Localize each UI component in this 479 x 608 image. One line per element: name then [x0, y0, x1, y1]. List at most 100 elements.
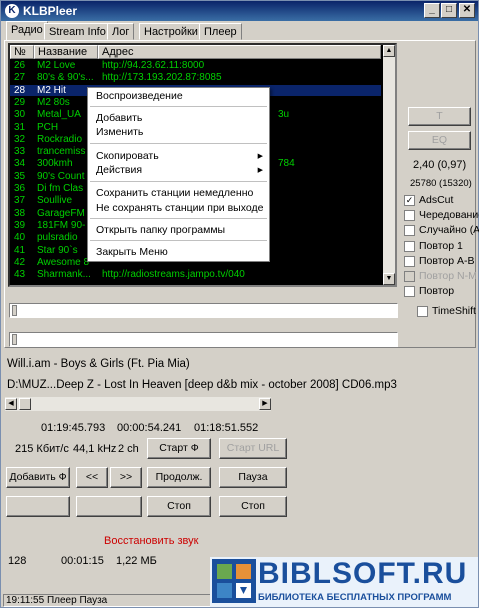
watermark-subtitle: БИБЛИОТЕКА БЕСПЛАТНЫХ ПРОГРАММ [258, 592, 452, 603]
volume-slider[interactable] [9, 303, 398, 318]
tab-log[interactable]: Лог [107, 23, 135, 40]
tab-player[interactable]: Плеер [199, 23, 242, 40]
seek-thumb[interactable] [19, 398, 31, 410]
tab-radio[interactable]: Радио [6, 21, 48, 41]
menu-play[interactable]: Воспроизведение [96, 90, 183, 103]
submenu-arrow-icon: ▶ [257, 167, 263, 174]
menu-separator [90, 218, 267, 219]
table-row[interactable]: 27 80's & 90's... http://173.193.202.87:80… [10, 72, 381, 83]
list-header: № Название Адрес [10, 45, 381, 59]
checkbox-box[interactable] [404, 225, 415, 237]
slider-thumb[interactable] [12, 305, 17, 316]
row-number: 27 [14, 72, 26, 84]
file-path: D:\MUZ...Deep Z - Lost In Heaven [deep d… [7, 379, 397, 391]
menu-actions[interactable]: Действия [96, 164, 142, 177]
add-file-button[interactable]: Добавить Ф [6, 467, 70, 488]
eq-button[interactable]: EQ [408, 131, 471, 150]
checkbox-box[interactable] [404, 255, 415, 267]
timeshift-label: TimeShift [432, 305, 476, 317]
checkbox-label: AdsCut [419, 194, 454, 206]
time-position: 00:00:54.241 [117, 422, 182, 434]
tab-stream-info[interactable]: Stream Info [44, 23, 111, 40]
row-number: 36 [14, 183, 26, 194]
checkbox-label: Повтор А-В [419, 254, 475, 267]
continue-button[interactable]: Продолж. [147, 467, 211, 488]
start-url-button[interactable]: Старт URL [219, 438, 287, 459]
row-number: 41 [14, 244, 26, 256]
checkbox-box[interactable]: ✓ [404, 195, 415, 206]
stop-button-1[interactable]: Стоп [147, 496, 211, 517]
counter: 128 [8, 555, 27, 567]
row-number: 28 [14, 84, 26, 96]
bitrate: 215 Кбит/с [15, 443, 69, 455]
column-address[interactable]: Адрес [98, 45, 381, 59]
menu-separator [90, 106, 267, 107]
watermark-brand: BIBLSOFT.RU [258, 557, 468, 590]
minimize-button[interactable]: _ [424, 3, 440, 18]
empty-button[interactable] [6, 496, 70, 517]
next-button[interactable]: >> [110, 467, 142, 488]
menu-separator [90, 143, 267, 144]
menu-no-save-exit[interactable]: Не сохранять станции при выходе [96, 202, 263, 215]
column-name[interactable]: Название [34, 45, 98, 59]
balance-slider[interactable] [9, 332, 398, 347]
context-menu: Воспроизведение Добавить Изменить Скопир… [87, 87, 270, 262]
stop-button-2[interactable]: Стоп [219, 496, 287, 517]
list-scrollbar[interactable]: ▲ ▼ [383, 45, 395, 285]
slider-thumb[interactable] [12, 334, 17, 345]
checkbox-box[interactable] [404, 271, 415, 282]
scroll-up-icon[interactable]: ▲ [383, 45, 395, 57]
start-file-button[interactable]: Старт Ф [147, 438, 211, 459]
row-address: http://94.23.62.11:8000 [102, 60, 205, 71]
table-row[interactable]: 26 M2 Love http://94.23.62.11:8000 [10, 60, 381, 71]
checkbox-box[interactable] [417, 306, 428, 317]
row-number: 40 [14, 232, 26, 244]
close-button[interactable]: ✕ [459, 3, 475, 18]
scroll-down-icon[interactable]: ▼ [383, 273, 395, 285]
row-number: 32 [14, 133, 26, 145]
row-number: 30 [14, 109, 26, 121]
watermark: BIBLSOFT.RU БИБЛИОТЕКА БЕСПЛАТНЫХ ПРОГРА… [210, 557, 478, 607]
row-number: 29 [14, 96, 26, 108]
menu-close[interactable]: Закрыть Меню [96, 246, 168, 259]
download-logo-icon [212, 559, 256, 603]
menu-edit[interactable]: Изменить [96, 126, 143, 139]
checkbox-label: Повтор 1 [419, 239, 463, 252]
checkbox-box[interactable] [404, 210, 415, 222]
row-number: 26 [14, 60, 26, 71]
counts-readout: 25780 (15320) [410, 178, 472, 189]
row-number: 39 [14, 219, 26, 231]
track-title: Will.i.am - Boys & Girls (Ft. Pia Mia) [7, 358, 190, 370]
row-name: Sharmank... [37, 269, 91, 281]
row-number: 43 [14, 269, 26, 281]
column-number[interactable]: № [10, 45, 34, 59]
table-row[interactable]: 43 Sharmank... http://radiostreams.jampo.t… [10, 269, 381, 280]
checkbox-label: Повтор N-M [419, 270, 477, 282]
seek-bar[interactable]: ◀ ▶ [5, 397, 271, 411]
checkbox-box[interactable] [404, 240, 415, 252]
row-number: 35 [14, 170, 26, 182]
row-address: 3u [278, 109, 290, 121]
t-button[interactable]: T [408, 107, 471, 126]
menu-open-folder[interactable]: Открыть папку программы [96, 224, 225, 237]
empty-button[interactable] [76, 496, 142, 517]
row-number: 33 [14, 146, 26, 158]
checkbox-box[interactable] [404, 286, 415, 298]
pause-button[interactable]: Пауза [219, 467, 287, 488]
row-address: http://radiostreams.jampo.tv/040 [102, 269, 245, 281]
time-total: 01:18:51.552 [194, 422, 259, 434]
maximize-button[interactable]: □ [441, 3, 457, 18]
menu-copy[interactable]: Скопировать [96, 150, 159, 163]
seek-right-icon[interactable]: ▶ [259, 398, 271, 410]
time-elapsed: 01:19:45.793 [41, 422, 106, 434]
row-address: http://173.193.202.87:8085 [102, 72, 222, 84]
channels: 2 ch [118, 443, 139, 455]
file-size: 1,22 МБ [116, 555, 157, 567]
restore-sound-link[interactable]: Восстановить звук [104, 535, 198, 547]
menu-save-now[interactable]: Сохранить станции немедленно [96, 187, 253, 200]
seek-left-icon[interactable]: ◀ [5, 398, 17, 410]
prev-button[interactable]: << [76, 467, 108, 488]
row-number: 38 [14, 207, 26, 219]
tab-settings[interactable]: Настройки [139, 23, 203, 40]
menu-add[interactable]: Добавить [96, 112, 142, 125]
